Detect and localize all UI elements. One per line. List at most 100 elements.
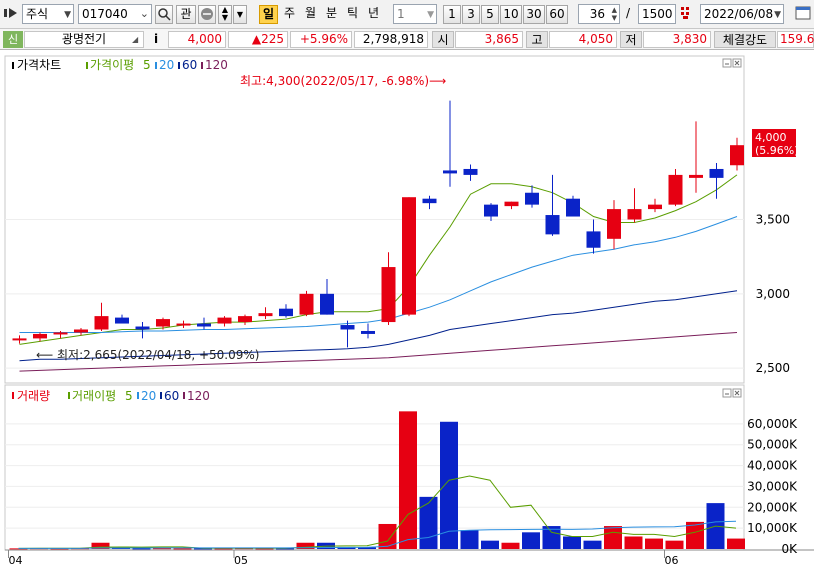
prev-next-spinner[interactable]: ▲ ▼ (218, 5, 232, 24)
gwan-button[interactable]: 관 (176, 5, 196, 24)
volume-bar (378, 523, 397, 549)
total-count-input[interactable]: 1500 (638, 4, 676, 24)
count-separator: / (626, 6, 631, 20)
volume-bar (563, 536, 581, 549)
window-button[interactable] (794, 5, 812, 24)
chevron-down-icon: ▼ (427, 10, 434, 20)
volume-legend-title: 거래량 (17, 389, 50, 403)
candle-body (299, 293, 314, 315)
interval-value: 1 (397, 7, 405, 21)
link-arrow-button[interactable] (3, 5, 21, 24)
price-axis-label: 3,000 (756, 287, 790, 301)
period-month-button[interactable]: 월 (301, 5, 320, 24)
price-tag-rate: (5.96%) (755, 144, 799, 157)
min-1-button[interactable]: 1 (443, 5, 461, 24)
candle-body (627, 209, 642, 220)
candle-body (176, 323, 191, 326)
date-value: 2022/06/08 (704, 7, 774, 21)
candle-body (607, 209, 621, 239)
strength-label: 체결강도 (714, 31, 776, 48)
date-select[interactable]: 2022/06/08 ▼ (700, 4, 784, 24)
period-minute-button[interactable]: 분 (322, 5, 341, 24)
month-label: 04 (9, 554, 23, 566)
volume-bar (460, 530, 479, 549)
stack-button[interactable] (198, 5, 216, 24)
grid-apply-icon (681, 7, 689, 19)
volume-bar (522, 532, 540, 549)
high-label: 고 (526, 31, 548, 48)
chart-canvas[interactable]: 2,500 3,000 3,500 0K 10,000K 20,000K 30,000K 40… (0, 51, 814, 567)
stock-code-value: 017040 (82, 7, 128, 21)
current-price-tag: 4,000 (5.96%) (752, 129, 799, 157)
candle-body (74, 329, 88, 333)
min-60-button[interactable]: 60 (546, 5, 568, 24)
volume-legend-ma20: 20 (141, 389, 156, 403)
volume-legend-ma60: 60 (164, 389, 179, 403)
open-price: 3,865 (484, 32, 519, 46)
candle-body (463, 168, 478, 175)
volume-bar (624, 536, 643, 549)
price-axis-label: 3,500 (756, 213, 790, 227)
candle-body (402, 197, 416, 315)
candle-body (197, 323, 211, 327)
candle-body (115, 317, 129, 324)
current-price: 4,000 (187, 32, 222, 46)
chevron-down-icon: ▼ (236, 10, 244, 19)
market-select[interactable]: 주식 ▼ (22, 4, 74, 24)
chart-area[interactable]: 2,500 3,000 3,500 0K 10,000K 20,000K 30,000K 40… (0, 51, 814, 567)
candle-body (53, 332, 68, 335)
apply-button[interactable] (678, 5, 694, 24)
stock-code-input[interactable]: 017040 ⌄ (78, 4, 152, 24)
bar-count-value: 36 (589, 7, 605, 21)
candle-body (443, 170, 457, 174)
min-30-button[interactable]: 30 (523, 5, 545, 24)
period-year-button[interactable]: 년 (364, 5, 383, 24)
interval-select[interactable]: 1 ▼ (393, 4, 437, 24)
open-label: 시 (432, 31, 454, 48)
info-button[interactable]: i (150, 31, 162, 48)
candle-body (381, 267, 396, 323)
volume-bar (645, 538, 663, 549)
bar-count-input[interactable]: 36 ▲ ▼ (578, 4, 620, 24)
volume-legend-ma-prefix: 거래이평 (72, 389, 116, 403)
volume-bar (604, 526, 622, 549)
search-icon (158, 8, 171, 21)
spin-icon: ▲ ▼ (611, 6, 617, 22)
price-panel-minimize-button[interactable] (722, 58, 732, 68)
volume-axis-label: 40,000K (747, 459, 798, 473)
candle-body (525, 192, 539, 205)
volume-panel-close-button[interactable] (732, 388, 742, 398)
dropdown-button[interactable]: ▼ (233, 5, 247, 24)
toolbar: 주식 ▼ 017040 ⌄ 관 ▲ ▼ ▼ 일 주 월 분 틱 년 1 ▼ 1 3… (0, 0, 814, 29)
strength-value: 159.6 (780, 32, 814, 46)
min-5-button[interactable]: 5 (481, 5, 499, 24)
price-legend-ma-prefix: 가격이평 (90, 58, 134, 72)
volume-panel[interactable] (4, 384, 745, 551)
volume-axis-label: 50,000K (747, 438, 798, 452)
chevron-down-icon: ▼ (64, 10, 71, 20)
price-legend: 가격차트 가격이평 5 20 60 120 (12, 58, 228, 72)
period-week-button[interactable]: 주 (280, 5, 299, 24)
month-label: 06 (665, 554, 679, 566)
min-3-button[interactable]: 3 (462, 5, 480, 24)
period-tick-button[interactable]: 틱 (343, 5, 362, 24)
volume-bar (481, 540, 499, 549)
min-10-button[interactable]: 10 (500, 5, 522, 24)
period-day-button[interactable]: 일 (259, 5, 278, 24)
price-panel-close-button[interactable] (732, 58, 742, 68)
min-price-note: ⟵ 최저:2,665(2022/04/18, +50.09%) (36, 348, 259, 362)
candle-body (484, 204, 498, 217)
volume-panel-minimize-button[interactable] (722, 388, 732, 398)
candle-body (135, 326, 150, 330)
price-legend-title: 가격차트 (17, 58, 61, 72)
search-button[interactable] (155, 5, 173, 24)
candle-body (586, 231, 601, 248)
price-tag-value: 4,000 (755, 131, 787, 144)
candle-body (689, 174, 703, 178)
price-axis-label: 2,500 (756, 361, 790, 375)
market-select-value: 주식 (26, 7, 49, 21)
chevron-down-icon: ⌄ (139, 7, 149, 20)
month-label: 05 (234, 554, 248, 566)
volume-bar (501, 542, 520, 549)
window-icon (795, 6, 811, 20)
